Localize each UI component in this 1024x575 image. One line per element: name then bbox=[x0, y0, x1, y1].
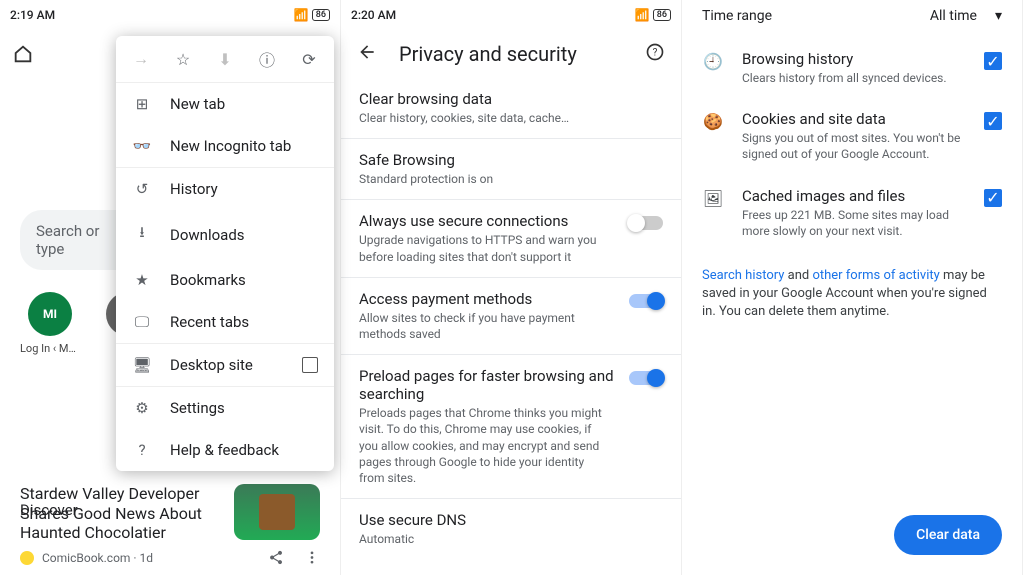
data-type-title: Cached images and files bbox=[742, 187, 966, 205]
setting-title: Safe Browsing bbox=[359, 151, 663, 169]
signal-icon: 📶 bbox=[635, 8, 650, 22]
setting-row[interactable]: Safe Browsing Standard protection is on bbox=[341, 139, 681, 200]
data-type-icon: 🕘 bbox=[702, 52, 724, 71]
data-type-sub: Signs you out of most sites. You won't b… bbox=[742, 130, 966, 162]
setting-sub: Clear history, cookies, site data, cache… bbox=[359, 110, 663, 126]
setting-row[interactable]: Always use secure connections Upgrade nav… bbox=[341, 200, 681, 277]
share-icon[interactable] bbox=[268, 548, 284, 567]
status-time: 2:20 AM bbox=[351, 8, 396, 22]
gear-icon: ⚙ bbox=[132, 399, 152, 417]
new-tab-icon: ⊞ bbox=[132, 95, 152, 113]
menu-history[interactable]: ↺History bbox=[116, 168, 334, 210]
site-favicon: MI bbox=[28, 292, 72, 336]
setting-sub: Preloads pages that Chrome thinks you mi… bbox=[359, 405, 617, 486]
panel-privacy-security: 2:20 AM 📶 86 Privacy and security ? Clea… bbox=[341, 0, 682, 575]
article-title: Stardew Valley Developer Shares Good New… bbox=[20, 484, 224, 542]
setting-title: Use secure DNS bbox=[359, 511, 663, 529]
setting-title: Always use secure connections bbox=[359, 212, 617, 230]
setting-sub: Automatic bbox=[359, 531, 663, 547]
desktop-checkbox[interactable] bbox=[302, 357, 318, 373]
data-type-row[interactable]: 🖼 Cached images and files Frees up 221 MB.… bbox=[682, 175, 1022, 251]
shortcut-site[interactable]: MI Log In ‹ Mo… bbox=[20, 292, 80, 355]
menu-new-tab[interactable]: ⊞New tab bbox=[116, 83, 334, 125]
forward-icon[interactable]: → bbox=[130, 48, 152, 70]
data-type-icon: 🍪 bbox=[702, 112, 724, 131]
toggle-switch[interactable] bbox=[629, 294, 663, 308]
downloads-icon: ⭳ bbox=[132, 222, 152, 247]
overflow-menu: → ☆ ⬇ ⓘ ⟳ ⊞New tab 👓New Incognito tab ↺H… bbox=[116, 36, 334, 471]
statusbar: 2:19 AM 📶 86 bbox=[0, 0, 340, 30]
back-icon[interactable] bbox=[357, 42, 377, 66]
status-time: 2:19 AM bbox=[10, 8, 55, 22]
checkbox-checked[interactable]: ✓ bbox=[984, 112, 1002, 130]
bookmark-icon[interactable]: ☆ bbox=[172, 48, 194, 70]
panel-clear-data: Time range All time ▾ 🕘 Browsing history C… bbox=[682, 0, 1023, 575]
svg-text:?: ? bbox=[653, 47, 658, 58]
article-thumbnail bbox=[234, 484, 320, 540]
setting-row[interactable]: Clear browsing data Clear history, cookie… bbox=[341, 78, 681, 139]
data-type-sub: Clears history from all synced devices. bbox=[742, 70, 966, 86]
data-type-row[interactable]: 🕘 Browsing history Clears history from all… bbox=[682, 38, 1022, 98]
note-text: Search history and other forms of activi… bbox=[682, 251, 1022, 338]
recent-icon: 🖵 bbox=[132, 313, 152, 331]
search-history-link[interactable]: Search history bbox=[702, 268, 784, 283]
menu-settings[interactable]: ⚙Settings bbox=[116, 387, 334, 429]
toggle-switch[interactable] bbox=[629, 216, 663, 230]
help-icon[interactable]: ? bbox=[645, 42, 665, 66]
signal-icon: 📶 bbox=[294, 8, 309, 22]
panel-chrome-menu: 2:19 AM 📶 86 Search or type MI Log In ‹ … bbox=[0, 0, 341, 575]
data-type-sub: Frees up 221 MB. Some sites may load mor… bbox=[742, 207, 966, 239]
time-range-label: Time range bbox=[702, 8, 772, 24]
data-type-title: Browsing history bbox=[742, 50, 966, 68]
desktop-icon: 🖥 bbox=[132, 356, 152, 374]
menu-desktop-site[interactable]: 🖥Desktop site bbox=[116, 344, 334, 386]
data-type-icon: 🖼 bbox=[702, 189, 724, 208]
article-source: ComicBook.com · 1d bbox=[42, 551, 153, 565]
clear-data-button[interactable]: Clear data bbox=[894, 515, 1002, 555]
help-icon: ? bbox=[132, 441, 152, 459]
setting-title: Preload pages for faster browsing and se… bbox=[359, 367, 617, 403]
setting-row[interactable]: Use secure DNS Automatic bbox=[341, 499, 681, 559]
source-favicon bbox=[20, 551, 34, 565]
menu-bookmarks[interactable]: ★Bookmarks bbox=[116, 259, 334, 301]
menu-incognito[interactable]: 👓New Incognito tab bbox=[116, 125, 334, 167]
article-card[interactable]: Stardew Valley Developer Shares Good New… bbox=[0, 476, 340, 575]
battery-level: 86 bbox=[312, 9, 330, 21]
activity-link[interactable]: other forms of activity bbox=[812, 268, 939, 283]
more-icon[interactable] bbox=[304, 548, 320, 567]
data-type-title: Cookies and site data bbox=[742, 110, 966, 128]
statusbar: 2:20 AM 📶 86 bbox=[341, 0, 681, 30]
data-type-row[interactable]: 🍪 Cookies and site data Signs you out of m… bbox=[682, 98, 1022, 174]
setting-sub: Allow sites to check if you have payment… bbox=[359, 310, 617, 342]
menu-help[interactable]: ?Help & feedback bbox=[116, 429, 334, 471]
setting-sub: Standard protection is on bbox=[359, 171, 663, 187]
history-icon: ↺ bbox=[132, 180, 152, 198]
checkbox-checked[interactable]: ✓ bbox=[984, 189, 1002, 207]
setting-title: Clear browsing data bbox=[359, 90, 663, 108]
setting-title: Access payment methods bbox=[359, 290, 617, 308]
time-range-row[interactable]: Time range All time ▾ bbox=[682, 0, 1022, 38]
chevron-down-icon: ▾ bbox=[995, 8, 1002, 24]
setting-row[interactable]: Access payment methods Allow sites to che… bbox=[341, 278, 681, 355]
menu-downloads[interactable]: ⭳Downloads bbox=[116, 210, 334, 259]
setting-row[interactable]: Preload pages for faster browsing and se… bbox=[341, 355, 681, 499]
refresh-icon[interactable]: ⟳ bbox=[298, 48, 320, 70]
battery-level: 86 bbox=[653, 9, 671, 21]
page-header: Privacy and security ? bbox=[341, 30, 681, 78]
incognito-icon: 👓 bbox=[132, 137, 152, 155]
time-range-value: All time bbox=[930, 8, 977, 24]
status-icons: 📶 86 bbox=[635, 8, 671, 22]
info-icon[interactable]: ⓘ bbox=[256, 48, 278, 70]
download-icon[interactable]: ⬇ bbox=[214, 48, 236, 70]
checkbox-checked[interactable]: ✓ bbox=[984, 52, 1002, 70]
setting-sub: Upgrade navigations to HTTPS and warn yo… bbox=[359, 232, 617, 264]
toggle-switch[interactable] bbox=[629, 371, 663, 385]
status-icons: 📶 86 bbox=[294, 8, 330, 22]
page-title: Privacy and security bbox=[399, 42, 623, 66]
home-icon[interactable] bbox=[12, 43, 34, 65]
bookmarks-icon: ★ bbox=[132, 271, 152, 289]
menu-recent-tabs[interactable]: 🖵Recent tabs bbox=[116, 301, 334, 343]
